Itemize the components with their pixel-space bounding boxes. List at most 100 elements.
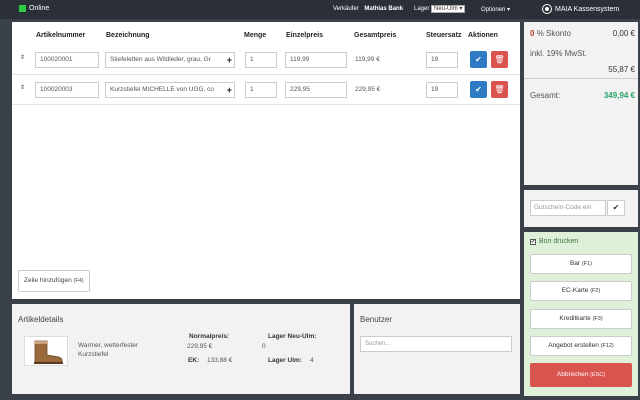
plus-icon[interactable]: + — [227, 53, 232, 67]
col-header-tax: Steuersatz — [426, 32, 462, 39]
check-icon: ✔ — [475, 85, 482, 94]
pay-ec-key: (F2) — [590, 288, 601, 294]
normal-price-label: Normalpreis: — [189, 333, 230, 340]
lager-ulm-label: Lager Ulm: — [268, 357, 302, 364]
add-line-label: Zeile hinzufügen — [24, 277, 72, 284]
boot-image — [34, 340, 63, 364]
cart-panel: Artikelnummer Bezeichnung Menge Einzelpr… — [12, 22, 520, 299]
pay-credit-key: (F3) — [592, 316, 603, 322]
pay-cash-key: (F1) — [581, 261, 593, 267]
confirm-button[interactable]: ✔ — [470, 51, 487, 68]
row-total: 119,99 € — [355, 56, 380, 63]
voucher-panel: Gutschein-Code ein ✔ — [524, 190, 638, 227]
checkbox-icon[interactable]: ✔ — [530, 238, 536, 245]
check-icon: ✔ — [612, 203, 620, 212]
article-number-input[interactable]: 100020003 — [35, 82, 99, 98]
totals-panel: 0 % Skonto 0,00 € inkl. 19% MwSt. 55,87 … — [524, 22, 638, 185]
trash-icon: 🗑 — [494, 55, 505, 64]
qty-input[interactable]: 1 — [245, 82, 277, 98]
online-label: Online — [29, 5, 50, 12]
total-value: 349,94 € — [603, 91, 635, 100]
lager-neu-ulm-value: 0 — [262, 343, 266, 350]
pay-ec-label: EC-Karte — [561, 287, 589, 294]
mwst-value: 55,87 € — [608, 65, 635, 74]
trash-icon: 🗑 — [494, 85, 505, 94]
top-bar: Online Verkäufer Mathias Bank Lager Neu-… — [0, 0, 640, 19]
pay-credit-label: Kreditkarte — [559, 315, 591, 322]
qty-input[interactable]: 1 — [245, 52, 277, 68]
create-offer-key: (F12) — [600, 343, 614, 349]
check-icon: ✔ — [475, 55, 482, 64]
seller-name: Mathias Bank — [364, 6, 404, 12]
row-total: 229,95 € — [355, 86, 381, 93]
ek-value: 133,88 € — [207, 357, 233, 364]
delete-button[interactable]: 🗑 — [491, 81, 508, 98]
seller-info: Verkäufer Mathias Bank — [333, 6, 403, 12]
payment-panel: ✔ Bon drucken Bar (F1) EC-Karte (F2) Kre… — [524, 232, 638, 396]
total-label: Gesamt: — [530, 91, 561, 100]
col-header-actions: Aktionen — [468, 32, 498, 39]
print-receipt-toggle[interactable]: ✔ Bon drucken — [530, 238, 578, 245]
pay-ec-button[interactable]: EC-Karte (F2) — [530, 281, 632, 301]
article-details-title: Artikeldetails — [18, 315, 64, 324]
description-value: Stiefeletten aus Wildleder, grau, Gr — [110, 56, 211, 63]
lager-select-value: Neu-Ulm — [434, 6, 458, 12]
unit-price-input[interactable]: 229,95 — [285, 82, 347, 98]
maia-logo-icon — [542, 4, 552, 14]
add-line-button[interactable]: Zeile hinzufügen (F4) — [18, 270, 90, 292]
cancel-key: (ESC) — [590, 372, 606, 378]
delete-button[interactable]: 🗑 — [491, 51, 508, 68]
tax-input[interactable]: 19 — [426, 82, 458, 98]
online-status: Online — [19, 5, 49, 12]
description-value: Kurzstiefel MICHELLE von UGG, co — [110, 86, 215, 93]
create-offer-button[interactable]: Angebot erstellen (F12) — [530, 336, 632, 356]
lager-label: Lager — [414, 6, 430, 12]
skonto-label: % Skonto — [536, 29, 571, 38]
table-row: ⇕ 100020003 Kurzstiefel MICHELLE von UGG… — [12, 75, 520, 105]
skonto-percent[interactable]: 0 — [530, 29, 534, 38]
voucher-code-input[interactable]: Gutschein-Code ein — [530, 200, 606, 216]
seller-label: Verkäufer — [333, 6, 359, 12]
options-label: Optionen — [481, 7, 506, 13]
plus-icon[interactable]: + — [227, 83, 232, 97]
cancel-label: Abbrechen — [556, 371, 589, 378]
print-receipt-label: Bon drucken — [539, 238, 579, 245]
col-header-article: Artikelnummer — [36, 32, 86, 39]
confirm-button[interactable]: ✔ — [470, 81, 487, 98]
status-dot-icon — [19, 5, 26, 12]
col-header-total: Gesamtpreis — [354, 32, 397, 39]
col-header-unit-price: Einzelpreis — [286, 32, 323, 39]
brand-name: MAIA Kassensystem — [555, 5, 620, 13]
col-header-description: Bezeichnung — [106, 32, 150, 39]
article-details-panel: Artikeldetails Warmer, wetterfester Kurz… — [12, 304, 350, 394]
skonto-value: 0,00 € — [612, 29, 635, 38]
pay-cash-label: Bar — [569, 260, 581, 267]
sort-arrows-icon[interactable]: ⇕ — [20, 84, 25, 91]
pay-credit-button[interactable]: Kreditkarte (F3) — [530, 309, 632, 329]
user-panel: Benutzer Suchen... — [354, 304, 520, 394]
tax-input[interactable]: 19 — [426, 52, 458, 68]
sort-arrows-icon[interactable]: ⇕ — [20, 54, 25, 61]
article-name-line2: Kurzstiefel — [78, 351, 109, 358]
user-search-input[interactable]: Suchen... — [360, 336, 512, 352]
cancel-button[interactable]: Abbrechen (ESC) — [530, 363, 632, 387]
brand: MAIA Kassensystem — [542, 4, 619, 14]
pay-cash-button[interactable]: Bar (F1) — [530, 254, 632, 274]
voucher-apply-button[interactable]: ✔ — [607, 200, 625, 216]
unit-price-input[interactable]: 119,99 — [285, 52, 347, 68]
col-header-qty: Menge — [244, 32, 267, 39]
lager-ulm-value: 4 — [310, 357, 314, 364]
description-input[interactable]: Stiefeletten aus Wildleder, grau, Gr + — [105, 52, 235, 68]
lager-select-group: Lager Neu-Ulm ▾ — [414, 5, 466, 13]
mwst-label: inkl. 19% MwSt. — [530, 49, 587, 58]
user-panel-title: Benutzer — [360, 315, 393, 324]
article-number-input[interactable]: 100020001 — [35, 52, 99, 68]
create-offer-label: Angebot erstellen — [548, 342, 599, 349]
skonto-field[interactable]: 0 % Skonto — [530, 29, 571, 38]
options-menu[interactable]: Optionen ▾ — [481, 6, 510, 13]
lager-select[interactable]: Neu-Ulm ▾ — [431, 5, 466, 13]
add-line-key: (F4) — [73, 278, 84, 284]
lager-neu-ulm-label: Lager Neu-Ulm: — [268, 333, 317, 340]
ek-label: EK: — [188, 357, 200, 364]
description-input[interactable]: Kurzstiefel MICHELLE von UGG, co + — [105, 82, 235, 98]
